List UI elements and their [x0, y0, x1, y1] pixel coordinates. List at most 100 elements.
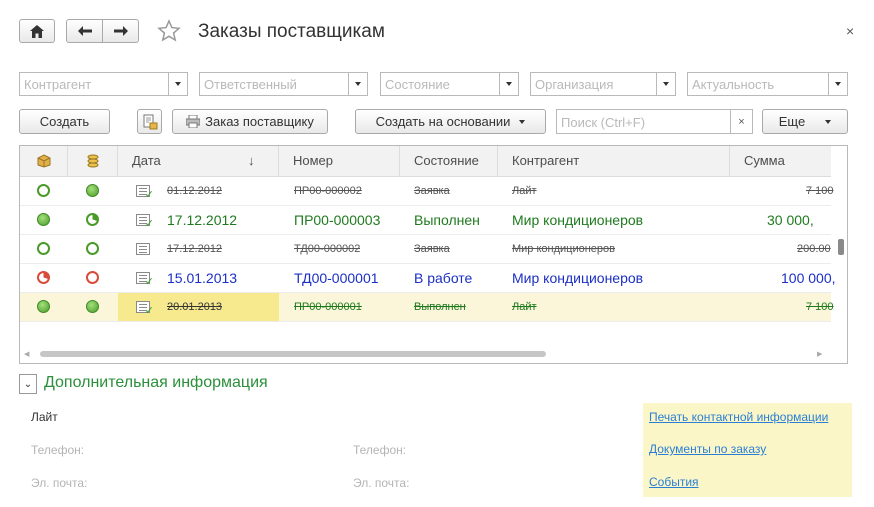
chevron-down-icon[interactable] — [656, 73, 675, 95]
star-icon[interactable] — [157, 19, 181, 43]
filter-responsible[interactable]: Ответственный — [199, 72, 368, 96]
scrollbar-thumb[interactable] — [40, 351, 546, 357]
print-order-label: Заказ поставщику — [205, 114, 314, 129]
filter-counterparty-placeholder: Контрагент — [24, 77, 92, 92]
contact-name: Лайт — [31, 410, 58, 424]
print-order-button[interactable]: Заказ поставщику — [172, 109, 328, 134]
row-sum: 30 000, — [767, 212, 814, 228]
document-settings-button[interactable] — [137, 109, 162, 134]
document-posted-icon: ✓ — [136, 301, 154, 317]
chevron-down-icon[interactable] — [499, 73, 518, 95]
filter-relevance[interactable]: Актуальность — [687, 72, 848, 96]
column-counterparty[interactable]: Контрагент — [498, 146, 730, 176]
status-partial-icon — [37, 271, 50, 284]
column-date[interactable]: Дата ↓ — [118, 146, 279, 176]
row-sum: 100 000, — [781, 270, 836, 286]
table-row[interactable]: ✓ 20.01.2013 ПР00-000001 Выполнен Лайт 7… — [20, 293, 834, 322]
scrollbar-thumb[interactable] — [838, 239, 844, 255]
order-documents-link[interactable]: Документы по заказу — [649, 442, 766, 456]
create-based-on-label: Создать на основании — [375, 114, 511, 129]
chevron-down-icon[interactable]: ⌄ — [19, 374, 37, 394]
scroll-right-icon[interactable]: ▶ — [817, 350, 822, 358]
table-row[interactable]: ✓ 15.01.2013 ТД00-000001 В работе Мир ко… — [20, 264, 836, 293]
row-state: Выполнен — [414, 212, 480, 228]
arrow-left-icon — [77, 26, 92, 36]
document-posted-icon: ✓ — [136, 214, 154, 230]
column-state[interactable]: Состояние — [400, 146, 498, 176]
row-number: ТД00-000002 — [294, 243, 361, 255]
table-row[interactable]: ✓ 17.12.2012 ПР00-000003 Выполнен Мир ко… — [20, 206, 831, 235]
document-lock-icon — [143, 114, 157, 129]
table-row[interactable]: 17.12.2012 ТД00-000002 Заявка Мир кондиц… — [20, 235, 831, 264]
close-icon[interactable]: × — [846, 23, 854, 39]
create-button[interactable]: Создать — [19, 109, 110, 134]
home-icon — [30, 24, 44, 38]
row-counterparty: Мир кондиционеров — [512, 212, 644, 228]
row-number: ПР00-000001 — [294, 301, 362, 313]
row-number: ТД00-000001 — [294, 270, 379, 286]
document-posted-icon: ✓ — [136, 272, 154, 288]
phone-label: Телефон: — [31, 443, 85, 457]
filter-organization[interactable]: Организация — [530, 72, 676, 96]
chevron-down-icon[interactable] — [168, 73, 187, 95]
back-button[interactable] — [67, 20, 103, 42]
row-counterparty: Мир кондиционеров — [512, 270, 644, 286]
vertical-scrollbar[interactable] — [837, 181, 845, 351]
coins-icon — [87, 154, 99, 168]
events-link[interactable]: События — [649, 475, 699, 489]
chevron-down-icon — [519, 119, 526, 124]
row-state: Заявка — [414, 243, 450, 255]
box-icon — [37, 154, 51, 168]
filter-counterparty[interactable]: Контрагент — [19, 72, 188, 96]
status-circle-icon — [86, 300, 99, 313]
column-payment[interactable] — [68, 146, 118, 176]
row-sum: 7 100 — [806, 185, 834, 197]
status-circle-icon — [37, 300, 50, 313]
print-contact-info-link[interactable]: Печать контактной информации — [649, 410, 828, 424]
history-nav — [66, 19, 139, 43]
filter-state[interactable]: Состояние — [380, 72, 519, 96]
clear-icon[interactable]: × — [730, 110, 752, 133]
more-button[interactable]: Еще — [762, 109, 848, 134]
printer-icon — [186, 115, 201, 128]
status-circle-icon — [37, 184, 50, 197]
search-placeholder: Поиск (Ctrl+F) — [561, 115, 646, 130]
related-links-panel: Печать контактной информации Документы п… — [643, 403, 852, 497]
phone-label: Телефон: — [353, 443, 407, 457]
chevron-down-icon[interactable] — [828, 73, 847, 95]
status-partial-icon — [86, 213, 99, 226]
status-circle-icon — [86, 271, 99, 284]
horizontal-scrollbar[interactable]: ◀ ▶ — [20, 349, 828, 359]
row-sum: 200.00 — [797, 243, 831, 255]
scroll-left-icon[interactable]: ◀ — [24, 350, 29, 358]
filter-responsible-placeholder: Ответственный — [204, 77, 297, 92]
table-row[interactable]: ✓ 01.12.2012 ПР00-000002 Заявка Лайт 7 1… — [20, 177, 834, 206]
filter-relevance-placeholder: Актуальность — [692, 77, 775, 92]
additional-info-title[interactable]: Дополнительная информация — [44, 374, 268, 392]
column-date-label: Дата — [132, 153, 161, 168]
row-date: 01.12.2012 — [167, 185, 223, 197]
table-header: Дата ↓ Номер Состояние Контрагент Сумма — [20, 146, 831, 177]
forward-button[interactable] — [103, 20, 138, 42]
email-label: Эл. почта: — [31, 476, 88, 490]
orders-table[interactable]: Дата ↓ Номер Состояние Контрагент Сумма … — [19, 145, 848, 364]
status-circle-icon — [37, 213, 50, 226]
arrow-right-icon — [113, 26, 128, 36]
filter-state-placeholder: Состояние — [385, 77, 450, 92]
status-circle-icon — [86, 242, 99, 255]
document-posted-icon: ✓ — [136, 185, 154, 201]
chevron-down-icon[interactable] — [348, 73, 367, 95]
column-number[interactable]: Номер — [279, 146, 400, 176]
sort-desc-icon: ↓ — [248, 153, 255, 168]
column-posted[interactable] — [20, 146, 68, 176]
home-button[interactable] — [19, 19, 55, 43]
create-based-on-button[interactable]: Создать на основании — [355, 109, 546, 134]
search-input[interactable]: Поиск (Ctrl+F) × — [556, 109, 753, 134]
row-date: 17.12.2012 — [167, 243, 223, 255]
row-state: Выполнен — [414, 301, 466, 313]
column-sum[interactable]: Сумма — [730, 146, 831, 176]
status-circle-icon — [86, 184, 99, 197]
row-state: Заявка — [414, 185, 450, 197]
row-number: ПР00-000003 — [294, 212, 381, 228]
filter-organization-placeholder: Организация — [535, 77, 614, 92]
